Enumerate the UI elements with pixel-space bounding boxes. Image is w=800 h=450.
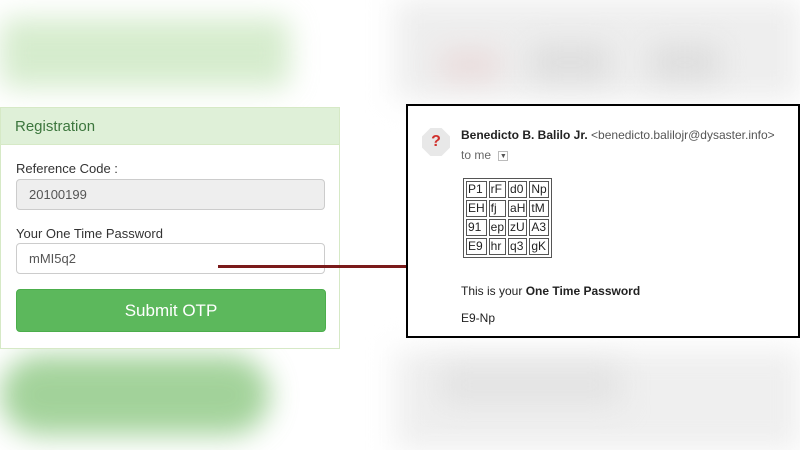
- recipient-label: to me: [461, 148, 492, 162]
- sender-line: Benedicto B. Balilo Jr. <benedicto.balil…: [461, 128, 775, 142]
- email-message-panel: ? Benedicto B. Balilo Jr. <benedicto.bal…: [406, 104, 800, 338]
- blurred-background-detail: [650, 45, 720, 80]
- otp-label: Your One Time Password: [16, 226, 163, 241]
- grid-row: E9 hr q3 gK: [466, 238, 549, 255]
- grid-cell: A3: [529, 219, 549, 236]
- grid-cell: gK: [529, 238, 549, 255]
- blurred-background-detail: [530, 45, 610, 80]
- grid-cell: P1: [466, 181, 487, 198]
- sender-name: Benedicto B. Balilo Jr.: [461, 128, 588, 142]
- grid-cell: fj: [488, 200, 507, 217]
- grid-row: 91 ep zU A3: [466, 219, 549, 236]
- reference-code-label: Reference Code :: [16, 161, 118, 176]
- grid-cell: 91: [466, 219, 487, 236]
- grid-cell: E9: [466, 238, 487, 255]
- otp-message: This is your One Time Password: [461, 284, 640, 298]
- grid-cell: q3: [508, 238, 528, 255]
- connector-line: [218, 265, 430, 268]
- grid-cell: d0: [508, 181, 528, 198]
- grid-cell: rF: [488, 181, 507, 198]
- sender-email: <benedicto.balilojr@dysaster.info>: [591, 128, 775, 142]
- blurred-background-button: [0, 355, 270, 435]
- otp-grid-card: P1 rF d0 Np EH fj aH tM 91 ep zU A3 E9 hr q3 gK: [463, 178, 552, 258]
- grid-cell: ep: [488, 219, 507, 236]
- otp-message-bold: One Time Password: [525, 284, 641, 298]
- grid-cell: hr: [488, 238, 507, 255]
- unknown-sender-icon: ?: [422, 128, 450, 156]
- otp-grid-hint: E9-Np: [461, 311, 496, 325]
- otp-message-prefix: This is your: [461, 284, 526, 298]
- submit-otp-button[interactable]: Submit OTP: [16, 289, 326, 332]
- registration-panel: Registration Reference Code : 20100199 Y…: [0, 107, 340, 349]
- otp-input[interactable]: mMI5q2: [16, 243, 325, 274]
- grid-row: EH fj aH tM: [466, 200, 549, 217]
- panel-title: Registration: [1, 108, 339, 145]
- grid-cell: EH: [466, 200, 487, 217]
- chevron-down-icon[interactable]: ▼: [498, 150, 509, 161]
- blurred-background-detail: [440, 365, 620, 405]
- grid-cell: zU: [508, 219, 528, 236]
- blurred-background-detail: [440, 50, 500, 80]
- blurred-background-panel: [0, 18, 290, 88]
- grid-cell: Np: [529, 181, 549, 198]
- grid-cell: aH: [508, 200, 528, 217]
- grid-row: P1 rF d0 Np: [466, 181, 549, 198]
- grid-cell: tM: [529, 200, 549, 217]
- reference-code-field: 20100199: [16, 179, 325, 210]
- recipient-line: to me ▼: [461, 148, 509, 162]
